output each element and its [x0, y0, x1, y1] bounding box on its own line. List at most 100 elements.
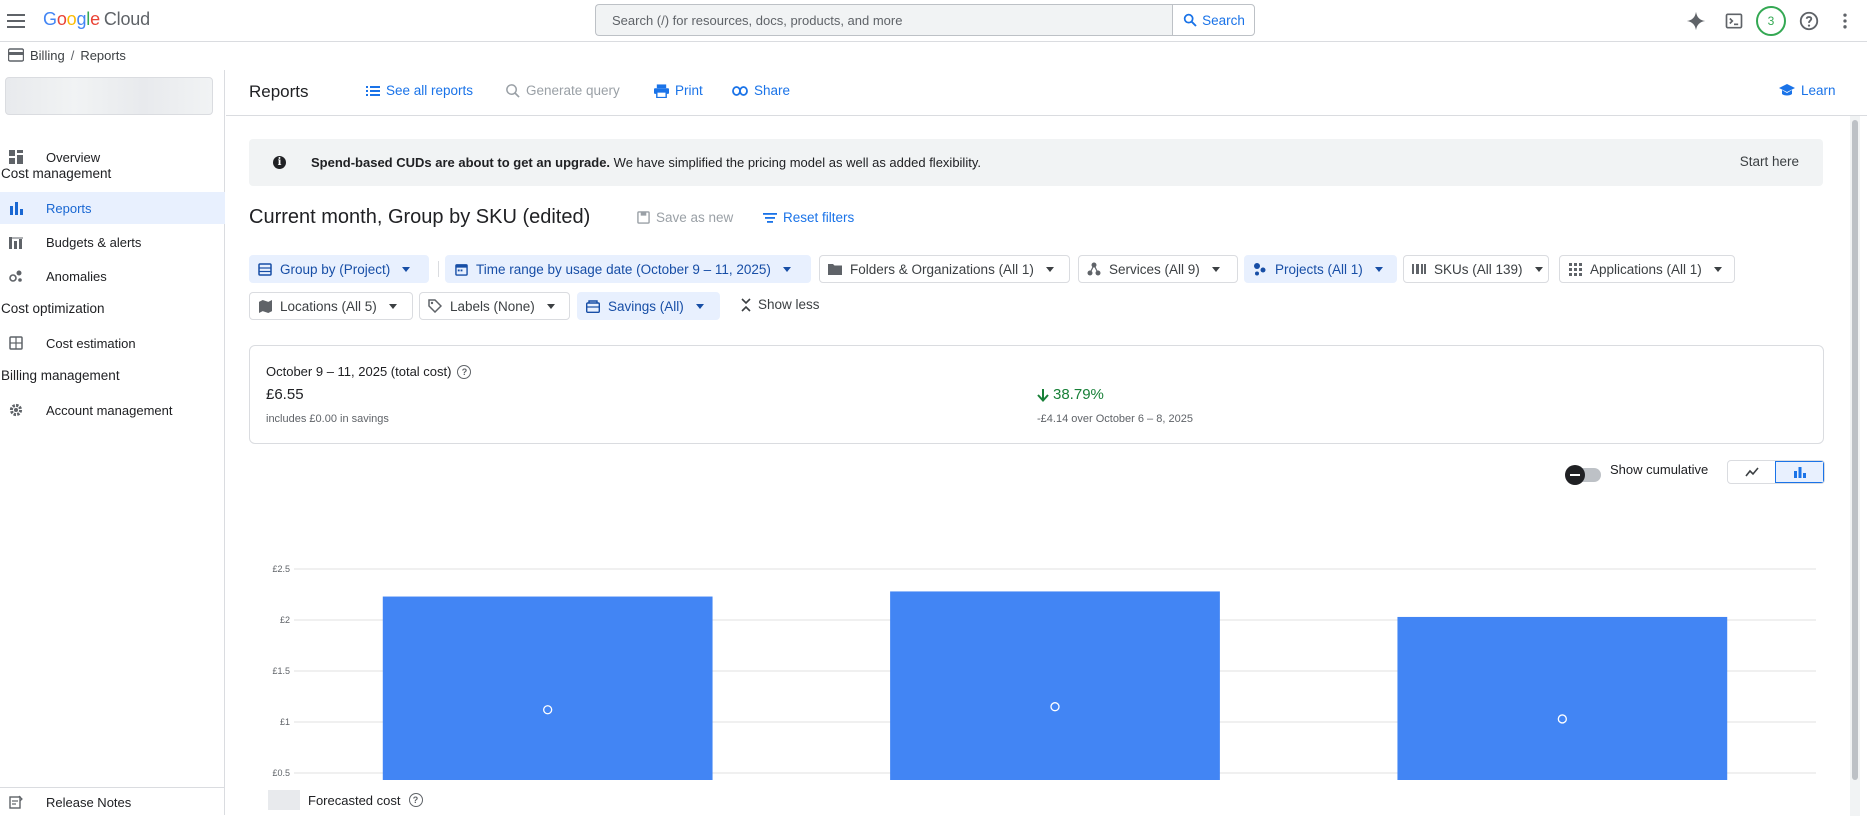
sku-barcode-icon: [1412, 262, 1426, 276]
search-icon: [1183, 13, 1197, 27]
labels-chip[interactable]: Labels (None): [419, 292, 570, 320]
comparison-note: -£4.14 over October 6 – 8, 2025: [1037, 413, 1193, 425]
map-icon: [258, 299, 272, 313]
section-cost-optimization: Cost optimization: [1, 301, 105, 316]
breadcrumb-billing[interactable]: Billing: [30, 48, 65, 63]
chevron-down-icon: [695, 303, 704, 309]
cost-change-percent: 38.79%: [1037, 386, 1104, 403]
sidebar-item-budgets[interactable]: Budgets & alerts: [0, 226, 225, 258]
save-icon: [637, 211, 650, 224]
chevron-down-icon: [402, 266, 411, 272]
forecasted-cost-swatch: [268, 790, 300, 810]
sidebar-item-reports[interactable]: Reports: [0, 192, 225, 224]
savings-wallet-icon: [586, 299, 600, 313]
main-content: Reports See all reports Generate query P…: [226, 70, 1867, 816]
help-icon[interactable]: ?: [408, 793, 423, 807]
y-tick-label: £2.5: [272, 564, 290, 574]
line-chart-icon: [1744, 467, 1759, 477]
folders-organizations-chip[interactable]: Folders & Organizations (All 1): [819, 255, 1070, 283]
chip-divider: [438, 261, 439, 277]
services-chip[interactable]: Services (All 9): [1078, 255, 1238, 283]
section-billing-management: Billing management: [1, 368, 120, 383]
search-input[interactable]: Search (/) for resources, docs, products…: [595, 4, 1173, 36]
table-icon: [258, 262, 272, 276]
chevron-down-icon: [1045, 266, 1054, 272]
reset-filters-button[interactable]: Reset filters: [763, 210, 854, 225]
show-cumulative-label: Show cumulative: [1610, 462, 1709, 477]
label-tag-icon: [428, 299, 442, 313]
notifications-badge[interactable]: 3: [1756, 6, 1786, 36]
billing-account-selector[interactable]: [5, 77, 213, 115]
more-vert-icon[interactable]: [1832, 8, 1858, 34]
services-icon: [1087, 262, 1101, 276]
help-icon[interactable]: ?: [457, 364, 472, 379]
school-icon: [1779, 84, 1795, 96]
help-icon[interactable]: [1796, 8, 1822, 34]
total-cost-card: October 9 – 11, 2025 (total cost) ? £6.5…: [249, 345, 1824, 444]
bar[interactable]: [382, 596, 713, 780]
gear-icon: [9, 403, 23, 417]
save-as-new-button[interactable]: Save as new: [637, 210, 733, 225]
generate-query-button[interactable]: Generate query: [505, 83, 620, 98]
bar[interactable]: [890, 591, 1220, 780]
release-notes-icon: [9, 795, 23, 809]
release-notes-footer: Release Notes: [0, 787, 225, 815]
chevron-down-icon: [1534, 266, 1543, 272]
cost-range-label: October 9 – 11, 2025 (total cost) ?: [266, 364, 472, 379]
calculator-icon: [9, 336, 23, 350]
chevron-down-icon: [782, 266, 791, 272]
show-less-button[interactable]: Show less: [740, 297, 820, 312]
calendar-icon: [454, 262, 468, 276]
projects-chip[interactable]: Projects (All 1): [1244, 255, 1397, 283]
share-button[interactable]: Share: [732, 83, 790, 98]
budget-icon: [9, 237, 23, 249]
cost-bar-chart: £0£0.5£1£1.5£2£2.5Oct 9Oct 10Oct 11: [272, 564, 1816, 780]
sidebar-item-cost-estimation[interactable]: Cost estimation: [0, 327, 225, 359]
projects-icon: [1253, 262, 1267, 276]
breadcrumb: Billing / Reports: [8, 46, 126, 64]
total-cost-value: £6.55: [266, 386, 304, 403]
breadcrumb-separator: /: [70, 47, 75, 63]
page-scrollbar[interactable]: [1850, 116, 1860, 816]
start-here-button[interactable]: Start here: [1740, 154, 1799, 169]
collapse-icon: [741, 297, 751, 312]
report-title: Current month, Group by SKU (edited): [249, 206, 591, 228]
page-title: Reports: [249, 82, 309, 101]
y-tick-label: £1.5: [272, 666, 290, 676]
scrollbar-thumb[interactable]: [1852, 120, 1858, 780]
menu-icon[interactable]: [4, 9, 28, 33]
list-icon: [366, 85, 380, 96]
locations-chip[interactable]: Locations (All 5): [249, 292, 413, 320]
reset-icon: [763, 212, 777, 223]
applications-chip[interactable]: Applications (All 1): [1559, 255, 1735, 283]
chevron-down-icon: [1374, 266, 1383, 272]
sidebar-item-anomalies[interactable]: Anomalies: [0, 260, 225, 292]
print-button[interactable]: Print: [654, 83, 703, 98]
sidebar: Overview Cost management Reports Budgets…: [0, 70, 225, 815]
folder-icon: [828, 262, 842, 276]
chart-legend: Forecasted cost ?: [268, 790, 423, 810]
gemini-sparkle-icon[interactable]: [1683, 8, 1709, 34]
cud-upgrade-banner: i Spend-based CUDs are about to get an u…: [249, 139, 1823, 186]
sidebar-item-release-notes[interactable]: Release Notes: [0, 788, 225, 816]
link-icon: [732, 85, 748, 96]
learn-button[interactable]: Learn: [1779, 83, 1836, 98]
apps-grid-icon: [1568, 262, 1582, 276]
see-all-reports-button[interactable]: See all reports: [366, 83, 473, 98]
bar-chart-icon: [10, 202, 23, 215]
google-cloud-logo[interactable]: Google Cloud: [43, 9, 150, 30]
query-icon: [506, 84, 520, 98]
bar-chart-icon: [1793, 467, 1806, 478]
billing-icon: [8, 48, 24, 62]
sidebar-item-account-management[interactable]: Account management: [0, 394, 225, 426]
group-by-chip[interactable]: Group by (Project): [249, 255, 429, 283]
info-icon: i: [273, 156, 286, 169]
cloud-shell-icon[interactable]: [1721, 8, 1747, 34]
skus-chip[interactable]: SKUs (All 139): [1403, 255, 1549, 283]
savings-chip[interactable]: Savings (All): [577, 292, 720, 320]
chevron-down-icon: [388, 303, 397, 309]
bar[interactable]: [1397, 616, 1728, 780]
time-range-chip[interactable]: Time range by usage date (October 9 – 11…: [445, 255, 811, 283]
search-button[interactable]: Search: [1172, 4, 1255, 36]
anomalies-icon: [9, 270, 22, 282]
